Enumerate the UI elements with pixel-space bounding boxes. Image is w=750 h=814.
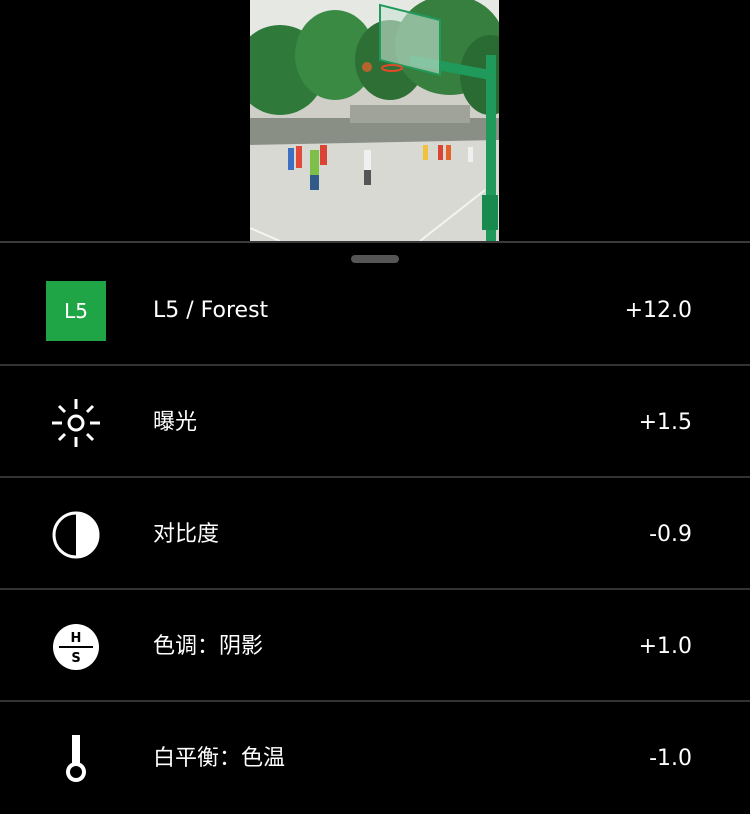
adjustment-row-exposure[interactable]: 曝光 +1.5 bbox=[0, 367, 750, 478]
adjustment-row-white-balance-temp[interactable]: 白平衡：色温 -1.0 bbox=[0, 703, 750, 814]
adjustment-value: +1.0 bbox=[638, 634, 692, 659]
adjustment-value: -0.9 bbox=[649, 522, 692, 547]
adjustment-label: 色调：阴影 bbox=[153, 634, 264, 659]
row-divider bbox=[0, 700, 750, 702]
adjustment-row-preset[interactable]: L5 L5 / Forest +12.0 bbox=[0, 255, 750, 366]
adjustment-label: L5 / Forest bbox=[153, 298, 269, 323]
preset-badge-label: L5 bbox=[46, 281, 106, 341]
basketball-court-photo[interactable] bbox=[250, 0, 499, 241]
photo-preview-area bbox=[0, 0, 750, 242]
row-divider bbox=[0, 588, 750, 590]
adjustment-label: 对比度 bbox=[153, 522, 220, 547]
preview-divider bbox=[0, 241, 750, 243]
thermometer-icon bbox=[46, 729, 106, 789]
row-divider bbox=[0, 364, 750, 366]
adjustment-row-contrast[interactable]: 对比度 -0.9 bbox=[0, 479, 750, 590]
contrast-icon bbox=[46, 505, 106, 565]
adjustment-label: 白平衡：色温 bbox=[153, 746, 286, 771]
hs-icon-s: S bbox=[71, 651, 80, 666]
hs-icon-h: H bbox=[71, 631, 82, 646]
exposure-icon bbox=[46, 393, 106, 453]
hs-tone-icon: H S bbox=[46, 617, 106, 677]
adjustment-row-tone-shadows[interactable]: H S 色调：阴影 +1.0 bbox=[0, 591, 750, 702]
adjustment-label: 曝光 bbox=[153, 410, 198, 435]
adjustment-value: +12.0 bbox=[624, 298, 692, 323]
row-divider bbox=[0, 476, 750, 478]
adjustment-value: +1.5 bbox=[638, 410, 692, 435]
preset-badge: L5 bbox=[46, 281, 106, 341]
adjustment-value: -1.0 bbox=[649, 746, 692, 771]
